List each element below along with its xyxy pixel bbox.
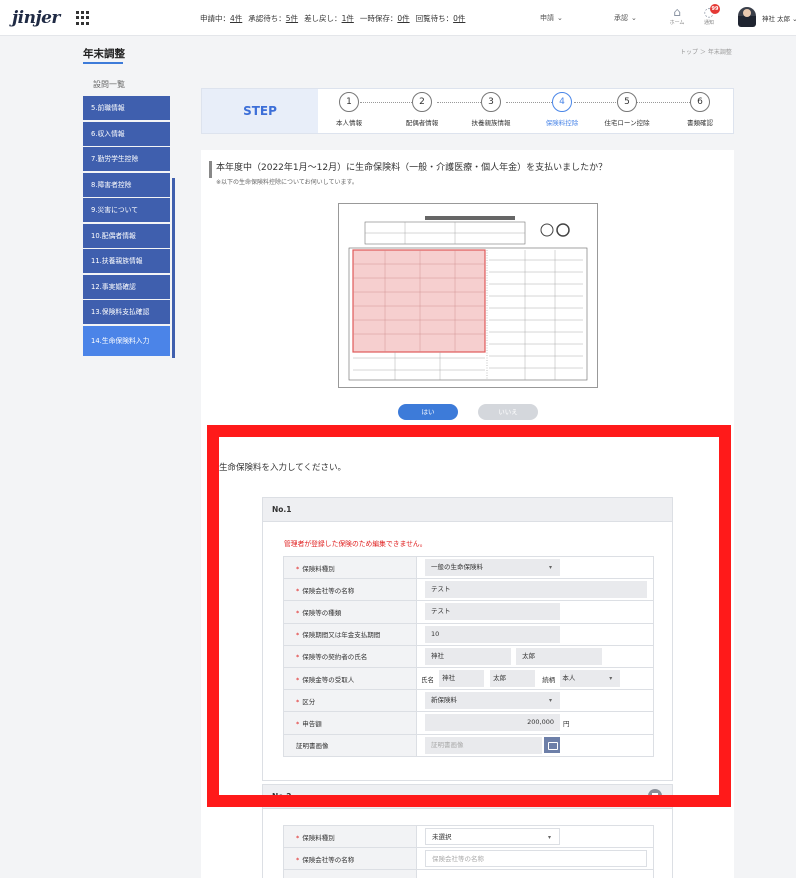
insurance-form-table: * 保険料種別 未選択 ▾ * 保険会社等の名称 保険会社等の名称 bbox=[283, 824, 654, 878]
table-row: * 保険料種別 未選択 ▾ bbox=[283, 824, 654, 849]
status-returned[interactable]: 差し戻し：1件 bbox=[304, 13, 354, 24]
step-progress: STEP 1 本人情報 2 配偶者情報 3 扶養親族情報 4 保険料控除 5 住… bbox=[201, 88, 734, 134]
table-row: * 保険料種別 一般の生命保険料 ▾ bbox=[283, 555, 654, 580]
sidebar-item-life-insurance[interactable]: 14.生命保険料入力 bbox=[83, 325, 170, 356]
sidebar-item-disability[interactable]: 8.障害者控除 bbox=[83, 172, 170, 197]
top-bar: jinjer 申請中：4件 承認待ち：5件 差し戻し：1件 一時保存：0件 回覧… bbox=[0, 0, 796, 36]
holder-last-name-field[interactable]: 神社 bbox=[425, 647, 511, 665]
table-row: * 保険等の契約者の氏名 神社 太郎 bbox=[283, 644, 654, 668]
insurance-type-select[interactable]: 未選択 ▾ bbox=[425, 828, 560, 846]
table-row: 証明書画像 証明書画像 bbox=[283, 733, 654, 757]
declared-amount-field[interactable]: 200,000 bbox=[425, 714, 560, 732]
sidebar-item-spouse[interactable]: 10.配偶者情報 bbox=[83, 223, 170, 248]
notification-button[interactable]: ◌ 99 通知 bbox=[697, 4, 721, 26]
entry-title: No.2 bbox=[263, 785, 672, 809]
insurance-prompt: 生命保険料を入力してください。 bbox=[219, 463, 346, 473]
dropdown-arrow-icon: ▾ bbox=[548, 564, 552, 572]
page-title: 年末調整 bbox=[83, 48, 125, 60]
insurance-type-select[interactable]: 一般の生命保険料 ▾ bbox=[425, 559, 560, 577]
breadcrumb[interactable]: トップ ＞ 年末調整 bbox=[680, 47, 732, 56]
question-text: 本年度中（2022年1月〜12月）に生命保険料（一般・介護医療・個人年金）を支払… bbox=[216, 163, 608, 173]
insurance-form-table: * 保険料種別 一般の生命保険料 ▾ * 保険会社等の名称 テスト * 保険等の種類 テ… bbox=[283, 555, 654, 757]
sidebar-item-insurance-payment[interactable]: 13.保険料支払確認 bbox=[83, 300, 170, 324]
sidebar-item-dependents[interactable]: 11.扶養親族情報 bbox=[83, 249, 170, 273]
trash-icon[interactable] bbox=[648, 789, 662, 803]
question-card: 本年度中（2022年1月〜12月）に生命保険料（一般・介護医療・個人年金）を支払… bbox=[201, 150, 734, 440]
insurance-entry-1: No.1 管理者が登録した保険のため編集できません。 * 保険料種別 一般の生命保… bbox=[262, 497, 673, 781]
step-3[interactable]: 3 扶養親族情報 bbox=[451, 92, 531, 127]
insurance-company-field[interactable]: テスト bbox=[425, 581, 647, 599]
sidebar-item-working-student[interactable]: 7.勤労学生控除 bbox=[83, 147, 170, 171]
insurance-company-field[interactable]: 保険会社等の名称 bbox=[425, 850, 647, 868]
table-row bbox=[283, 869, 654, 878]
title-underline bbox=[83, 62, 123, 64]
chevron-down-icon: ⌄ bbox=[631, 14, 637, 22]
approve-menu[interactable]: 承認 ⌄ bbox=[614, 13, 637, 23]
insurance-kind-field[interactable]: テスト bbox=[425, 603, 560, 621]
status-circulation[interactable]: 回覧待ち：0件 bbox=[416, 13, 466, 24]
category-select[interactable]: 新保険料 ▾ bbox=[425, 692, 560, 710]
table-row: * 区分 新保険料 ▾ bbox=[283, 689, 654, 713]
sidebar-item-common-law[interactable]: 12.事実婚確認 bbox=[83, 274, 170, 299]
table-row: * 保険金等の受取人 氏名 神社 太郎 続柄 本人 ▾ bbox=[283, 666, 654, 691]
question-sidebar: 5.前職情報 6.収入情報 7.勤労学生控除 8.障害者控除 9.災害について … bbox=[83, 96, 170, 357]
step-2[interactable]: 2 配偶者情報 bbox=[382, 92, 462, 127]
edit-locked-warning: 管理者が登録した保険のため編集できません。 bbox=[284, 540, 427, 548]
question-note: ※以下の生命保険料控除についてお伺いしています。 bbox=[216, 179, 358, 186]
step-6[interactable]: 6 書類確認 bbox=[660, 92, 740, 127]
form-illustration bbox=[345, 208, 591, 384]
insurance-entry-2: No.2 * 保険料種別 未選択 ▾ * 保険会社等の名称 保険会社等の名称 bbox=[262, 784, 673, 878]
status-awaiting-approval[interactable]: 承認待ち：5件 bbox=[248, 13, 298, 24]
entry-title: No.1 bbox=[263, 498, 672, 522]
table-row: * 保険期間又は年金支払期間 10 bbox=[283, 622, 654, 646]
home-icon: ⌂ bbox=[673, 5, 681, 19]
recipient-first-name-field[interactable]: 太郎 bbox=[490, 670, 536, 688]
insurance-period-field[interactable]: 10 bbox=[425, 625, 560, 643]
chevron-down-icon: ⌄ bbox=[557, 14, 563, 22]
sidebar-heading: 設問一覧 bbox=[93, 80, 125, 89]
status-pending[interactable]: 申請中：4件 bbox=[200, 13, 242, 24]
yes-button[interactable]: はい bbox=[398, 404, 458, 420]
table-row: * 申告額 200,000 円 bbox=[283, 711, 654, 735]
request-status-strip: 申請中：4件 承認待ち：5件 差し戻し：1件 一時保存：0件 回覧待ち：0件 bbox=[200, 13, 465, 24]
holder-first-name-field[interactable]: 太郎 bbox=[516, 647, 603, 665]
table-row: * 保険会社等の名称 保険会社等の名称 bbox=[283, 847, 654, 871]
sidebar-item-income[interactable]: 6.収入情報 bbox=[83, 121, 170, 146]
sidebar-item-previous-job[interactable]: 5.前職情報 bbox=[83, 96, 170, 120]
notification-badge: 99 bbox=[710, 4, 720, 14]
jinjer-logo[interactable]: jinjer bbox=[12, 8, 60, 28]
avatar[interactable] bbox=[738, 7, 756, 27]
table-row: * 保険会社等の名称 テスト bbox=[283, 578, 654, 602]
sidebar-item-disaster[interactable]: 9.災害について bbox=[83, 198, 170, 222]
dropdown-arrow-icon: ▾ bbox=[548, 697, 552, 705]
question-accent-bar bbox=[209, 161, 212, 178]
user-name-menu[interactable]: 神社 太郎 ⌄ bbox=[762, 13, 796, 23]
home-button[interactable]: ⌂ ホーム bbox=[665, 5, 689, 26]
dropdown-arrow-icon: ▾ bbox=[609, 675, 613, 683]
step-title: STEP bbox=[202, 89, 318, 133]
certificate-image-field[interactable]: 証明書画像 bbox=[425, 736, 542, 754]
folder-icon[interactable] bbox=[544, 737, 560, 754]
status-draft[interactable]: 一時保存：0件 bbox=[360, 13, 410, 24]
app-grid-icon[interactable] bbox=[76, 11, 90, 25]
sidebar-rail bbox=[172, 178, 175, 358]
step-5[interactable]: 5 住宅ローン控除 bbox=[587, 92, 667, 127]
apply-menu[interactable]: 申請 ⌄ bbox=[540, 13, 563, 23]
table-row: * 保険等の種類 テスト bbox=[283, 600, 654, 624]
recipient-last-name-field[interactable]: 神社 bbox=[439, 670, 485, 688]
step-1[interactable]: 1 本人情報 bbox=[309, 92, 389, 127]
dropdown-arrow-icon: ▾ bbox=[547, 834, 551, 842]
withholding-form-image bbox=[338, 203, 598, 388]
no-button[interactable]: いいえ bbox=[478, 404, 538, 420]
recipient-relation-select[interactable]: 本人 ▾ bbox=[560, 670, 621, 688]
